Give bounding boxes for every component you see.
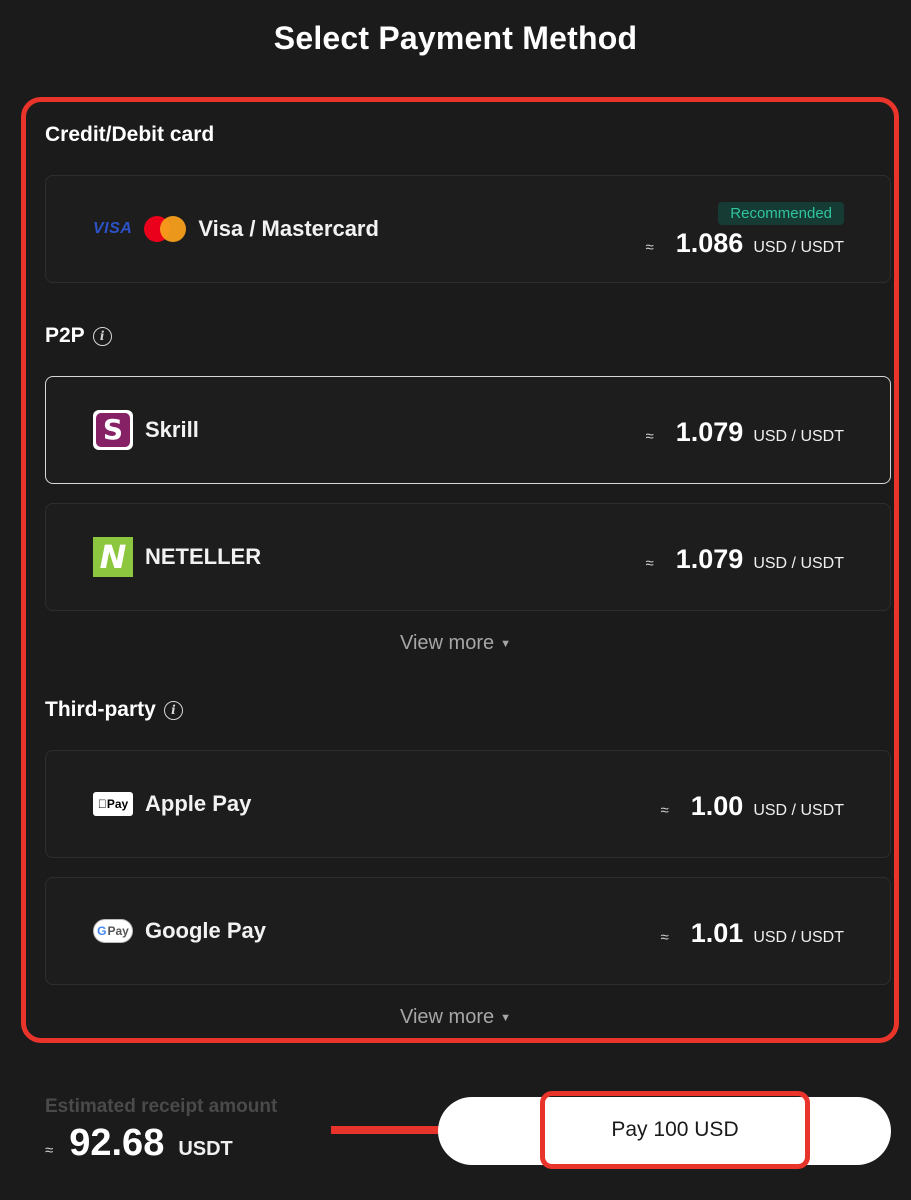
info-icon[interactable]: i	[163, 700, 183, 720]
method-card-neteller-left: N NETELLER	[93, 537, 261, 577]
rate-value: 1.01	[690, 918, 744, 948]
view-more-third-party[interactable]: View more ▼	[0, 1006, 911, 1029]
method-card-visa-mastercard[interactable]: VISA Visa / Mastercard Recommended ≈ 1.0…	[45, 175, 891, 283]
caret-down-icon: ▼	[500, 637, 511, 650]
method-rate: ≈ 1.079 USD / USDT	[646, 417, 844, 448]
rate-unit: USD / USDT	[753, 802, 844, 819]
method-name: NETELLER	[145, 544, 262, 569]
view-more-p2p[interactable]: View more ▼	[0, 632, 911, 655]
estimate-value: ≈ 92.68 USDT	[45, 1122, 233, 1165]
method-name: Visa / Mastercard	[198, 216, 379, 241]
skrill-logo-icon: S	[93, 410, 133, 450]
method-rate: ≈ 1.079 USD / USDT	[646, 544, 844, 575]
section-heading-card-label: Credit/Debit card	[45, 123, 215, 146]
rate-unit: USD / USDT	[753, 239, 844, 256]
google-pay-logo-icon: G Pay	[93, 919, 133, 943]
method-name: Apple Pay	[145, 791, 252, 816]
rate-value: 1.00	[690, 791, 744, 821]
estimate-currency: USDT	[178, 1138, 233, 1160]
approx-symbol: ≈	[660, 802, 669, 819]
pay-button[interactable]: Pay 100 USD	[545, 1096, 805, 1164]
recommended-badge: Recommended	[718, 202, 844, 225]
method-rate: ≈ 1.086 USD / USDT	[646, 228, 844, 259]
method-card-google-pay[interactable]: G Pay Google Pay ≈ 1.01 USD / USDT	[45, 877, 891, 985]
rate-value: 1.079	[675, 544, 744, 574]
approx-symbol: ≈	[645, 555, 654, 572]
section-heading-third-party: Third-party i	[45, 698, 183, 722]
view-more-label: View more	[399, 1006, 495, 1028]
rate-value: 1.086	[675, 228, 744, 258]
approx-symbol: ≈	[645, 239, 654, 256]
page-title: Select Payment Method	[273, 20, 638, 56]
view-more-label: View more	[399, 632, 495, 654]
approx-symbol: ≈	[645, 428, 654, 445]
approx-symbol: ≈	[660, 929, 669, 946]
method-card-apple-pay-left: Pay Apple Pay	[93, 791, 251, 817]
info-icon[interactable]: i	[92, 326, 112, 346]
method-card-apple-pay[interactable]: Pay Apple Pay ≈ 1.00 USD / USDT	[45, 750, 891, 858]
rate-unit: USD / USDT	[753, 555, 844, 572]
method-rate: ≈ 1.01 USD / USDT	[661, 918, 844, 949]
approx-symbol: ≈	[45, 1142, 54, 1159]
rate-value: 1.079	[675, 417, 744, 447]
section-heading-card: Credit/Debit card	[45, 123, 214, 147]
visa-logo-icon: VISA	[93, 220, 133, 237]
method-card-skrill[interactable]: S Skrill ≈ 1.079 USD / USDT	[45, 376, 891, 484]
method-card-visa-mastercard-left: VISA Visa / Mastercard	[93, 216, 379, 242]
mastercard-logo-icon	[144, 216, 187, 242]
section-heading-third-party-label: Third-party	[45, 698, 156, 721]
method-rate: ≈ 1.00 USD / USDT	[661, 791, 844, 822]
method-name: Google Pay	[145, 918, 267, 943]
rate-unit: USD / USDT	[753, 428, 844, 445]
method-name: Skrill	[145, 417, 199, 442]
neteller-logo-icon: N	[93, 537, 133, 577]
section-heading-p2p: P2P i	[45, 324, 112, 348]
method-card-google-pay-left: G Pay Google Pay	[93, 918, 266, 944]
estimate-label: Estimated receipt amount	[45, 1096, 278, 1117]
caret-down-icon: ▼	[500, 1011, 511, 1024]
apple-pay-logo-icon: Pay	[93, 792, 133, 816]
estimate-amount: 92.68	[69, 1122, 165, 1164]
rate-unit: USD / USDT	[753, 929, 844, 946]
method-card-skrill-left: S Skrill	[93, 410, 199, 450]
section-heading-p2p-label: P2P	[45, 324, 85, 347]
method-card-neteller[interactable]: N NETELLER ≈ 1.079 USD / USDT	[45, 503, 891, 611]
